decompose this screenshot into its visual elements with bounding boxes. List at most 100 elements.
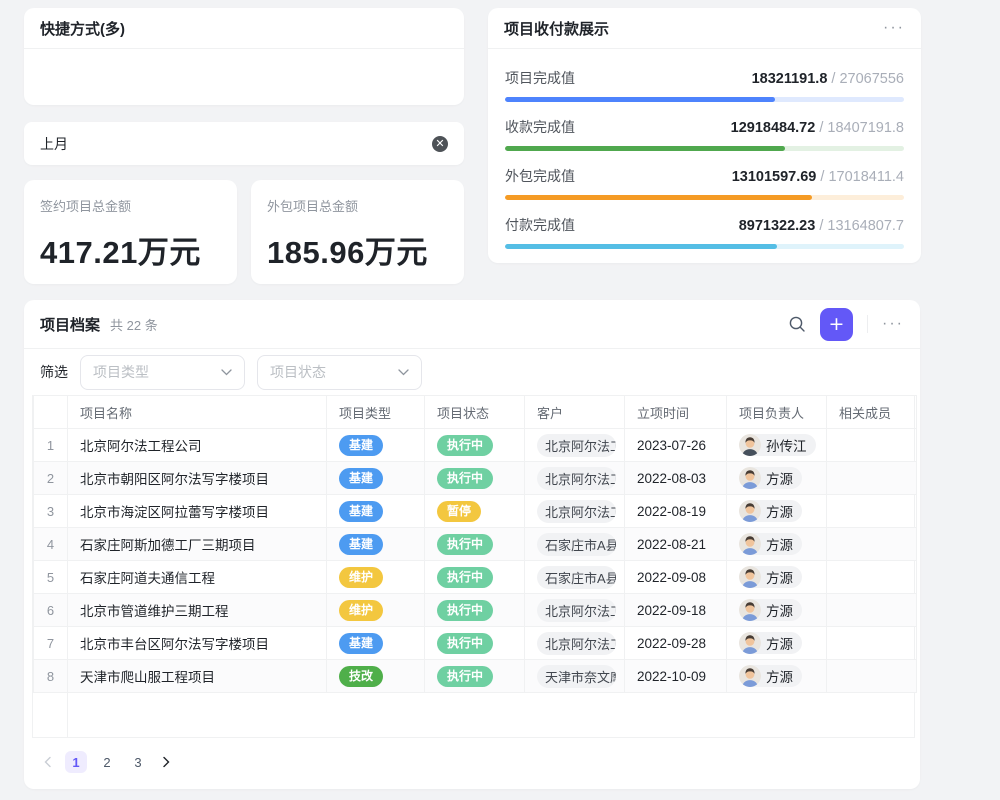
progress-fill xyxy=(505,244,777,249)
more-menu-icon[interactable]: ··· xyxy=(883,23,905,33)
table-row[interactable]: 3北京市海淀区阿拉蕾写字楼项目基建暂停北京阿尔法工程公司2022-08-19方源 xyxy=(34,495,917,528)
cell-start-date: 2022-09-28 xyxy=(625,627,727,660)
table-row[interactable]: 2北京市朝阳区阿尔法写字楼项目基建执行中北京阿尔法工程公司2022-08-03方… xyxy=(34,462,917,495)
type-badge: 基建 xyxy=(339,468,383,489)
column-header: 客户 xyxy=(525,396,625,429)
client-tag: 石家庄市A县通信公司 xyxy=(537,566,616,589)
cell-members xyxy=(827,528,917,561)
pagination: 123 xyxy=(24,738,920,786)
owner-tag: 方源 xyxy=(739,632,802,654)
table-card-header: 项目档案 共 22 条 + ··· xyxy=(24,300,920,349)
owner-tag: 方源 xyxy=(739,500,802,522)
avatar xyxy=(739,467,761,489)
cell-project-name: 北京市海淀区阿拉蕾写字楼项目 xyxy=(68,495,327,528)
status-badge: 执行中 xyxy=(437,567,493,588)
cell-owner: 方源 xyxy=(727,627,827,660)
owner-name: 方源 xyxy=(766,501,793,521)
table-row[interactable]: 4石家庄阿斯加德工厂三期项目基建执行中石家庄市A县通信公司2022-08-21方… xyxy=(34,528,917,561)
client-tag: 北京阿尔法工程公司 xyxy=(537,632,616,655)
search-icon[interactable] xyxy=(788,315,806,333)
shortcut-card-header: 快捷方式(多) xyxy=(24,8,464,49)
progress-item: 外包完成值13101597.69 / 17018411.4 xyxy=(505,166,904,200)
page-button-1[interactable]: 1 xyxy=(65,751,87,773)
row-index: 3 xyxy=(34,495,68,528)
records-table: 项目名称项目类型项目状态客户立项时间项目负责人相关成员 1北京阿尔法工程公司基建… xyxy=(33,395,917,693)
progress-track xyxy=(505,146,904,151)
stat-value: 417.21万元 xyxy=(40,227,221,272)
table-row[interactable]: 7北京市丰台区阿尔法写字楼项目基建执行中北京阿尔法工程公司2022-09-28方… xyxy=(34,627,917,660)
cell-project-status: 执行中 xyxy=(425,594,525,627)
progress-list: 项目完成值18321191.8 / 27067556收款完成值12918484.… xyxy=(488,49,921,249)
row-index: 5 xyxy=(34,561,68,594)
cell-start-date: 2022-09-18 xyxy=(625,594,727,627)
page-button-3[interactable]: 3 xyxy=(127,751,149,773)
next-page-icon[interactable] xyxy=(158,754,174,770)
column-header: 项目类型 xyxy=(327,396,425,429)
project-status-select[interactable]: 项目状态 xyxy=(257,355,422,390)
shortcut-card-title: 快捷方式(多) xyxy=(40,18,125,39)
column-divider xyxy=(67,693,68,737)
index-column-header xyxy=(34,396,68,429)
column-header: 项目名称 xyxy=(68,396,327,429)
more-menu-icon[interactable]: ··· xyxy=(882,319,904,329)
cell-members xyxy=(827,627,917,660)
table-filter-bar: 筛选 项目类型 项目状态 xyxy=(24,349,920,395)
progress-label: 项目完成值 xyxy=(505,68,575,88)
page-button-2[interactable]: 2 xyxy=(96,751,118,773)
table-row[interactable]: 8天津市爬山服工程项目技改执行中天津市奈文摩尔公司2022-10-09方源 xyxy=(34,660,917,693)
status-badge: 执行中 xyxy=(437,534,493,555)
add-record-button[interactable]: + xyxy=(820,308,853,341)
row-index: 8 xyxy=(34,660,68,693)
avatar xyxy=(739,599,761,621)
progress-fill xyxy=(505,97,775,102)
owner-tag: 方源 xyxy=(739,533,802,555)
cell-client: 北京阿尔法工程公司 xyxy=(525,627,625,660)
toolbar-divider xyxy=(867,315,868,333)
table-header-row: 项目名称项目类型项目状态客户立项时间项目负责人相关成员 xyxy=(34,396,917,429)
row-index: 6 xyxy=(34,594,68,627)
table-row[interactable]: 5石家庄阿道夫通信工程维护执行中石家庄市A县通信公司2022-09-08方源 xyxy=(34,561,917,594)
owner-name: 方源 xyxy=(766,633,793,653)
progress-item: 付款完成值8971322.23 / 13164807.7 xyxy=(505,215,904,249)
stat-label: 签约项目总金额 xyxy=(40,196,221,215)
cell-project-name: 北京市丰台区阿尔法写字楼项目 xyxy=(68,627,327,660)
prev-page-icon[interactable] xyxy=(40,754,56,770)
cell-project-name: 石家庄阿斯加德工厂三期项目 xyxy=(68,528,327,561)
project-type-select[interactable]: 项目类型 xyxy=(80,355,245,390)
owner-name: 方源 xyxy=(766,534,793,554)
table-row[interactable]: 6北京市管道维护三期工程维护执行中北京阿尔法工程公司2022-09-18方源 xyxy=(34,594,917,627)
type-badge: 基建 xyxy=(339,633,383,654)
column-header: 相关成员 xyxy=(827,396,917,429)
cell-project-type: 维护 xyxy=(327,561,425,594)
cell-project-name: 石家庄阿道夫通信工程 xyxy=(68,561,327,594)
type-badge: 基建 xyxy=(339,435,383,456)
cell-project-type: 基建 xyxy=(327,528,425,561)
row-index: 1 xyxy=(34,429,68,462)
progress-label: 付款完成值 xyxy=(505,215,575,235)
table-body: 1北京阿尔法工程公司基建执行中北京阿尔法工程公司2023-07-26孙传江2北京… xyxy=(34,429,917,693)
table-row[interactable]: 1北京阿尔法工程公司基建执行中北京阿尔法工程公司2023-07-26孙传江 xyxy=(34,429,917,462)
cell-start-date: 2022-10-09 xyxy=(625,660,727,693)
records-table-wrap: 项目名称项目类型项目状态客户立项时间项目负责人相关成员 1北京阿尔法工程公司基建… xyxy=(32,395,915,693)
stat-card-signed-total: 签约项目总金额 417.21万元 xyxy=(24,180,237,284)
cell-project-type: 基建 xyxy=(327,462,425,495)
clear-filter-icon[interactable]: ✕ xyxy=(432,136,448,152)
status-badge: 执行中 xyxy=(437,435,493,456)
client-tag: 北京阿尔法工程公司 xyxy=(537,434,616,457)
cell-members xyxy=(827,495,917,528)
avatar xyxy=(739,665,761,687)
table-empty-area xyxy=(32,693,915,738)
client-tag: 北京阿尔法工程公司 xyxy=(537,599,616,622)
cell-start-date: 2022-08-19 xyxy=(625,495,727,528)
status-badge: 执行中 xyxy=(437,468,493,489)
cell-client: 石家庄市A县通信公司 xyxy=(525,561,625,594)
owner-name: 方源 xyxy=(766,567,793,587)
cell-project-status: 执行中 xyxy=(425,528,525,561)
progress-track xyxy=(505,195,904,200)
status-badge: 暂停 xyxy=(437,501,481,522)
owner-tag: 孙传江 xyxy=(739,434,816,456)
column-header: 项目负责人 xyxy=(727,396,827,429)
avatar xyxy=(739,500,761,522)
progress-value: 13101597.69 / 17018411.4 xyxy=(732,169,904,185)
date-filter-bar[interactable]: 上月 ✕ xyxy=(24,122,464,165)
